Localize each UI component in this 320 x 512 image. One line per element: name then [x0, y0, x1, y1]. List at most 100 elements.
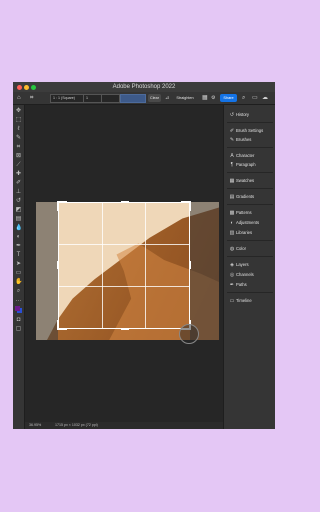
color-icon: ◍ — [229, 246, 235, 252]
clear-button[interactable]: Clear — [148, 94, 161, 102]
photoshop-window: Adobe Photoshop 2022 ⌂ ⌗ 1 : 1 (Square) … — [13, 82, 275, 429]
panel-divider — [227, 204, 273, 205]
panel-item-layers[interactable]: ◈ Layers — [228, 261, 274, 269]
move-icon[interactable]: ✥ — [15, 108, 22, 115]
crop-grid-line — [144, 203, 146, 328]
healing-icon[interactable]: ✚ — [15, 171, 22, 178]
crop-grid-line — [59, 285, 189, 287]
frame-icon[interactable]: ⊠ — [15, 153, 22, 160]
clone-stamp-icon[interactable]: ⊥ — [15, 189, 22, 196]
crop-shield-left — [36, 202, 58, 340]
libraries-icon: ▥ — [229, 230, 235, 236]
crop-icon[interactable]: ⌗ — [15, 144, 22, 151]
layers-icon: ◈ — [230, 262, 234, 268]
panel-item-paragraph[interactable]: ¶ Paragraph — [228, 161, 274, 169]
crop-handle-right[interactable] — [189, 261, 191, 269]
window-title: Adobe Photoshop 2022 — [112, 84, 176, 90]
crop-handle-bottom-left[interactable] — [57, 320, 67, 330]
grid-overlay-icon[interactable]: ▦ — [202, 94, 208, 102]
character-icon: A — [230, 153, 234, 159]
pen-icon[interactable]: ✒ — [15, 243, 22, 250]
panel-dock: ↺ History ✐ Brush Settings ✎ Brushes A Chara… — [223, 105, 275, 429]
history-brush-icon[interactable]: ↺ — [15, 198, 22, 205]
touch-cursor — [179, 324, 199, 344]
eraser-icon[interactable]: ◩ — [15, 207, 22, 214]
panel-item-timeline[interactable]: ▭ Timeline — [228, 297, 274, 305]
workspace-icon[interactable]: ▭ — [252, 94, 258, 102]
quick-select-icon[interactable]: ✎ — [15, 135, 22, 142]
panel-item-channels[interactable]: ◎ Channels — [228, 271, 274, 279]
path-select-icon[interactable]: ➤ — [15, 261, 22, 268]
panel-divider — [227, 147, 273, 148]
status-bar: 36.95% 1715 px × 1032 px (72 ppi) — [25, 422, 223, 429]
panel-divider — [227, 122, 273, 123]
crop-grid-line — [101, 203, 103, 328]
hand-icon[interactable]: ✋ — [15, 279, 22, 286]
toolbar: ✥ ⬚ ℓ ✎ ⌗ ⊠ ⟋ ✚ ✐ ⊥ ↺ ◩ ▤ 💧 ◐ ✒ T ➤ ▭ ✋ … — [13, 105, 25, 429]
panel-item-libraries[interactable]: ▥ Libraries — [228, 229, 274, 237]
ratio-width-input[interactable]: 1 — [83, 94, 102, 103]
foreground-color-swatch[interactable] — [15, 306, 20, 311]
panel-item-gradients[interactable]: ▤ Gradients — [228, 193, 274, 201]
panel-item-character[interactable]: A Character — [228, 152, 274, 160]
document-size: 1715 px × 1032 px (72 ppi) — [55, 423, 98, 427]
crop-handle-left[interactable] — [57, 261, 59, 269]
panel-item-adjustments[interactable]: ◐ Adjustments — [228, 219, 274, 227]
channels-icon: ◎ — [229, 272, 235, 278]
crop-handle-top-right[interactable] — [181, 201, 191, 211]
panel-item-brushes[interactable]: ✎ Brushes — [228, 136, 274, 144]
history-icon: ↺ — [229, 112, 235, 118]
crop-box[interactable] — [57, 201, 191, 330]
straighten-icon[interactable]: ⊿ — [165, 94, 169, 102]
search-icon[interactable]: ⌕ — [242, 94, 245, 102]
brush-icon[interactable]: ✐ — [15, 180, 22, 187]
marquee-icon[interactable]: ⬚ — [15, 117, 22, 124]
paths-icon: ✒ — [229, 282, 235, 288]
straighten-button[interactable]: Straighten — [173, 94, 197, 102]
panel-divider — [227, 188, 273, 189]
eyedropper-icon[interactable]: ⟋ — [15, 162, 22, 169]
blur-icon[interactable]: 💧 — [15, 225, 22, 232]
panel-item-swatches[interactable]: ▦ Swatches — [228, 177, 274, 185]
ratio-height-input[interactable] — [101, 94, 120, 103]
quick-mask-icon[interactable]: ◘ — [15, 317, 22, 324]
gradients-icon: ▤ — [229, 194, 235, 200]
panel-item-paths[interactable]: ✒ Paths — [228, 281, 274, 289]
rectangle-icon[interactable]: ▭ — [15, 270, 22, 277]
options-bar: ⌂ ⌗ 1 : 1 (Square) 1 Clear ⊿ Straighten … — [13, 92, 275, 105]
more-tools-icon[interactable]: … — [15, 297, 22, 304]
crop-grid-line — [59, 244, 189, 246]
title-bar: Adobe Photoshop 2022 — [13, 82, 275, 92]
zoom-icon[interactable]: ⌕ — [15, 288, 22, 295]
type-icon[interactable]: T — [15, 252, 22, 259]
adjustments-icon: ◐ — [230, 220, 234, 226]
dodge-icon[interactable]: ◐ — [15, 234, 22, 241]
timeline-icon: ▭ — [229, 298, 235, 304]
brush-settings-icon: ✐ — [229, 128, 235, 134]
gradient-icon[interactable]: ▤ — [15, 216, 22, 223]
settings-icon[interactable]: ⚙ — [211, 94, 215, 102]
lasso-icon[interactable]: ℓ — [15, 126, 22, 133]
swap-ratio-input[interactable] — [120, 94, 146, 103]
panel-divider — [227, 292, 273, 293]
swatches-icon: ▦ — [229, 178, 235, 184]
home-icon[interactable]: ⌂ — [17, 94, 21, 102]
panel-item-color[interactable]: ◍ Color — [228, 245, 274, 253]
patterns-icon: ▩ — [229, 210, 235, 216]
panel-item-history[interactable]: ↺ History — [228, 111, 274, 119]
panel-divider — [227, 240, 273, 241]
crop-handle-top-left[interactable] — [57, 201, 67, 211]
panel-divider — [227, 256, 273, 257]
panel-item-brush-settings[interactable]: ✐ Brush Settings — [228, 127, 274, 135]
panel-item-patterns[interactable]: ▩ Patterns — [228, 209, 274, 217]
cloud-icon[interactable]: ☁ — [262, 94, 268, 102]
crop-handle-top[interactable] — [121, 201, 129, 203]
ratio-select[interactable]: 1 : 1 (Square) — [50, 94, 84, 103]
screen-mode-icon[interactable]: ▢ — [15, 326, 22, 333]
crop-handle-bottom[interactable] — [121, 328, 129, 330]
zoom-level[interactable]: 36.95% — [29, 422, 41, 429]
crop-tool-icon[interactable]: ⌗ — [30, 94, 33, 102]
paragraph-icon: ¶ — [230, 162, 234, 168]
brushes-icon: ✎ — [229, 137, 235, 143]
share-button[interactable]: Share — [220, 94, 237, 102]
